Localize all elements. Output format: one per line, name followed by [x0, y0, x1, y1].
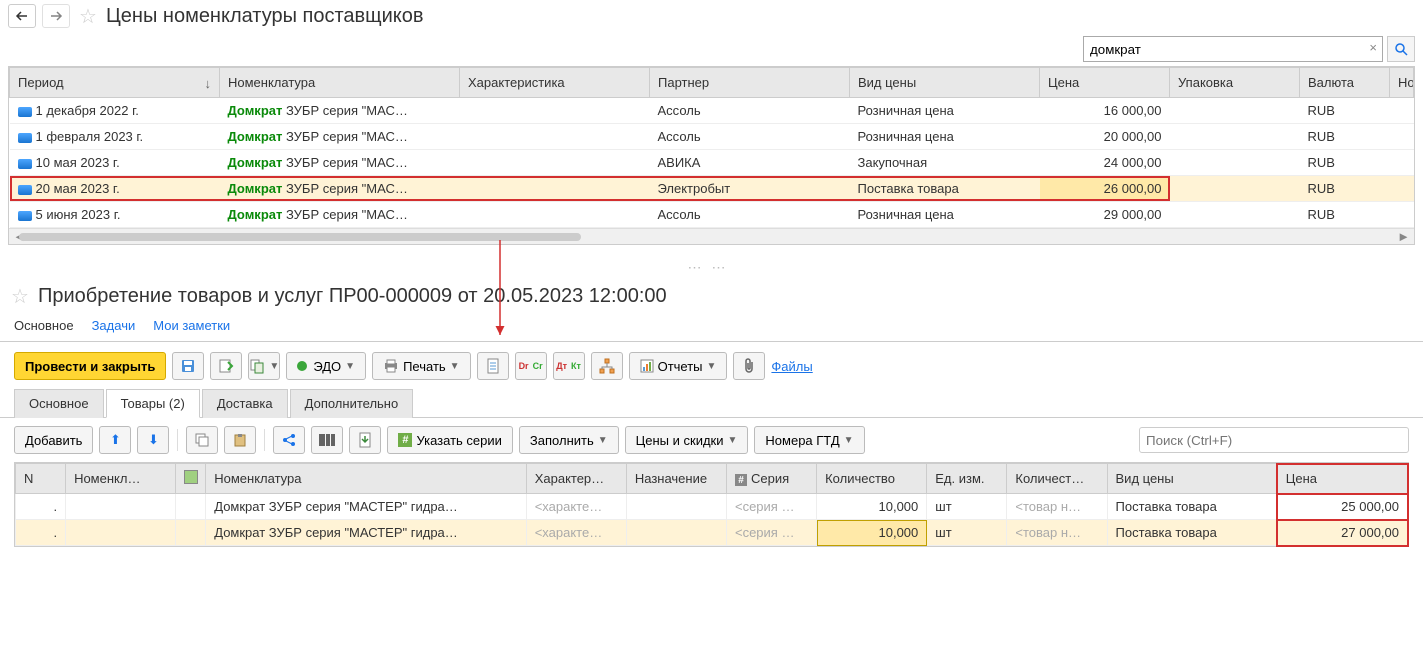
favorite-star-icon[interactable]: ☆: [76, 4, 100, 28]
import-button[interactable]: [349, 426, 381, 454]
col-pricetype[interactable]: Вид цены: [850, 68, 1040, 98]
paperclip-icon: [742, 358, 756, 374]
sort-indicator-icon: ↓: [205, 76, 212, 91]
copy-row-button[interactable]: [186, 426, 218, 454]
barcode-icon: [319, 433, 335, 447]
record-icon: [18, 133, 32, 143]
attach-button[interactable]: [733, 352, 765, 380]
record-icon: [18, 107, 32, 117]
col-nom2[interactable]: Ном: [1390, 68, 1414, 98]
doc-action-1-button[interactable]: [477, 352, 509, 380]
col-nomen-full[interactable]: Номенклатура: [206, 464, 526, 494]
col-series[interactable]: #Серия: [726, 464, 816, 494]
column-square-icon: [184, 470, 198, 484]
sub-tab-goods[interactable]: Товары (2): [106, 389, 200, 418]
hash-icon: #: [398, 433, 412, 447]
table-row[interactable]: 10 мая 2023 г.Домкрат ЗУБР серия "МАС…АВ…: [10, 150, 1414, 176]
add-row-button[interactable]: Добавить: [14, 426, 93, 454]
goods-grid[interactable]: N Номенкл… Номенклатура Характер… Назнач…: [14, 462, 1409, 547]
table-row[interactable]: .Домкрат ЗУБР серия "МАСТЕР" гидра…<хара…: [16, 520, 1408, 546]
table-row[interactable]: 5 июня 2023 г.Домкрат ЗУБР серия "МАС…Ас…: [10, 202, 1414, 228]
chevron-down-icon: ▼: [450, 361, 460, 372]
table-row[interactable]: 20 мая 2023 г.Домкрат ЗУБР серия "МАС…Эл…: [10, 176, 1414, 202]
grid-header-row: Период↓ Номенклатура Характеристика Парт…: [10, 68, 1414, 98]
hash-icon: #: [735, 474, 747, 486]
report-icon: [640, 359, 654, 373]
edo-button[interactable]: ЭДО ▼: [286, 352, 366, 380]
record-icon: [18, 211, 32, 221]
record-icon: [18, 185, 32, 195]
col-n[interactable]: N: [16, 464, 66, 494]
doc-nav-tasks[interactable]: Задачи: [92, 318, 136, 335]
col-currency[interactable]: Валюта: [1300, 68, 1390, 98]
files-link[interactable]: Файлы: [771, 359, 812, 374]
move-down-button[interactable]: ⬇: [137, 426, 169, 454]
col-nomen-short[interactable]: Номенкл…: [66, 464, 176, 494]
col-char2[interactable]: Характер…: [526, 464, 626, 494]
sub-tab-main[interactable]: Основное: [14, 389, 104, 418]
chevron-down-icon: ▼: [269, 361, 279, 372]
share-button[interactable]: [273, 426, 305, 454]
fill-button[interactable]: Заполнить ▼: [519, 426, 619, 454]
chevron-down-icon: ▼: [345, 361, 355, 372]
chevron-down-icon: ▼: [598, 435, 608, 446]
table-row[interactable]: .Домкрат ЗУБР серия "МАСТЕР" гидра…<хара…: [16, 494, 1408, 520]
col-unit[interactable]: Ед. изм.: [927, 464, 1007, 494]
series-button[interactable]: # Указать серии: [387, 426, 512, 454]
favorite-star-icon[interactable]: ☆: [8, 284, 32, 308]
col-price2[interactable]: Цена: [1277, 464, 1407, 494]
page-title: Цены номенклатуры поставщиков: [106, 5, 424, 28]
paste-row-button[interactable]: [224, 426, 256, 454]
doc-title: Приобретение товаров и услуг ПР00-000009…: [38, 285, 667, 308]
dtkt-button[interactable]: ДтКт: [553, 352, 585, 380]
doc-nav-notes[interactable]: Мои заметки: [153, 318, 230, 335]
search-button[interactable]: [1387, 36, 1415, 62]
table-row[interactable]: 1 декабря 2022 г.Домкрат ЗУБР серия "МАС…: [10, 98, 1414, 124]
move-up-button[interactable]: ⬆: [99, 426, 131, 454]
rows-search-input[interactable]: [1139, 427, 1409, 453]
based-on-button[interactable]: ▼: [248, 352, 280, 380]
post-and-close-button[interactable]: Провести и закрыть: [14, 352, 166, 380]
search-clear-icon[interactable]: ×: [1369, 40, 1377, 55]
save-button[interactable]: [172, 352, 204, 380]
prices-grid[interactable]: Период↓ Номенклатура Характеристика Парт…: [8, 66, 1415, 245]
edo-status-icon: [297, 361, 307, 371]
col-pricetype2[interactable]: Вид цены: [1107, 464, 1277, 494]
table-row[interactable]: 1 февраля 2023 г.Домкрат ЗУБР серия "МАС…: [10, 124, 1414, 150]
sub-tab-delivery[interactable]: Доставка: [202, 389, 288, 418]
col-char[interactable]: Характеристика: [460, 68, 650, 98]
splitter-handle[interactable]: ⋯⋯: [0, 255, 1423, 280]
col-pack[interactable]: Упаковка: [1170, 68, 1300, 98]
chevron-down-icon: ▼: [844, 435, 854, 446]
chevron-down-icon: ▼: [707, 361, 717, 372]
gtd-button[interactable]: Номера ГТД ▼: [754, 426, 864, 454]
nav-back-button[interactable]: [8, 4, 36, 28]
doc-nav-main[interactable]: Основное: [14, 318, 74, 335]
col-sq[interactable]: [176, 464, 206, 494]
col-assign[interactable]: Назначение: [626, 464, 726, 494]
barcode-button[interactable]: [311, 426, 343, 454]
col-partner[interactable]: Партнер: [650, 68, 850, 98]
prices-discounts-button[interactable]: Цены и скидки ▼: [625, 426, 749, 454]
horizontal-scrollbar[interactable]: ◄ ►: [9, 228, 1414, 244]
post-button[interactable]: [210, 352, 242, 380]
drcr-button[interactable]: DrCr: [515, 352, 547, 380]
search-input[interactable]: [1083, 36, 1383, 62]
scroll-right-icon[interactable]: ►: [1397, 229, 1410, 244]
printer-icon: [383, 359, 399, 373]
col-qty2[interactable]: Количест…: [1007, 464, 1107, 494]
print-button[interactable]: Печать ▼: [372, 352, 471, 380]
goods-header-row: N Номенкл… Номенклатура Характер… Назнач…: [16, 464, 1408, 494]
col-price[interactable]: Цена: [1040, 68, 1170, 98]
nav-forward-button[interactable]: [42, 4, 70, 28]
col-period[interactable]: Период↓: [10, 68, 220, 98]
chevron-down-icon: ▼: [728, 435, 738, 446]
record-icon: [18, 159, 32, 169]
sub-tab-extra[interactable]: Дополнительно: [290, 389, 414, 418]
reports-button[interactable]: Отчеты ▼: [629, 352, 728, 380]
col-qty[interactable]: Количество: [817, 464, 927, 494]
structure-button[interactable]: [591, 352, 623, 380]
col-nomen[interactable]: Номенклатура: [220, 68, 460, 98]
